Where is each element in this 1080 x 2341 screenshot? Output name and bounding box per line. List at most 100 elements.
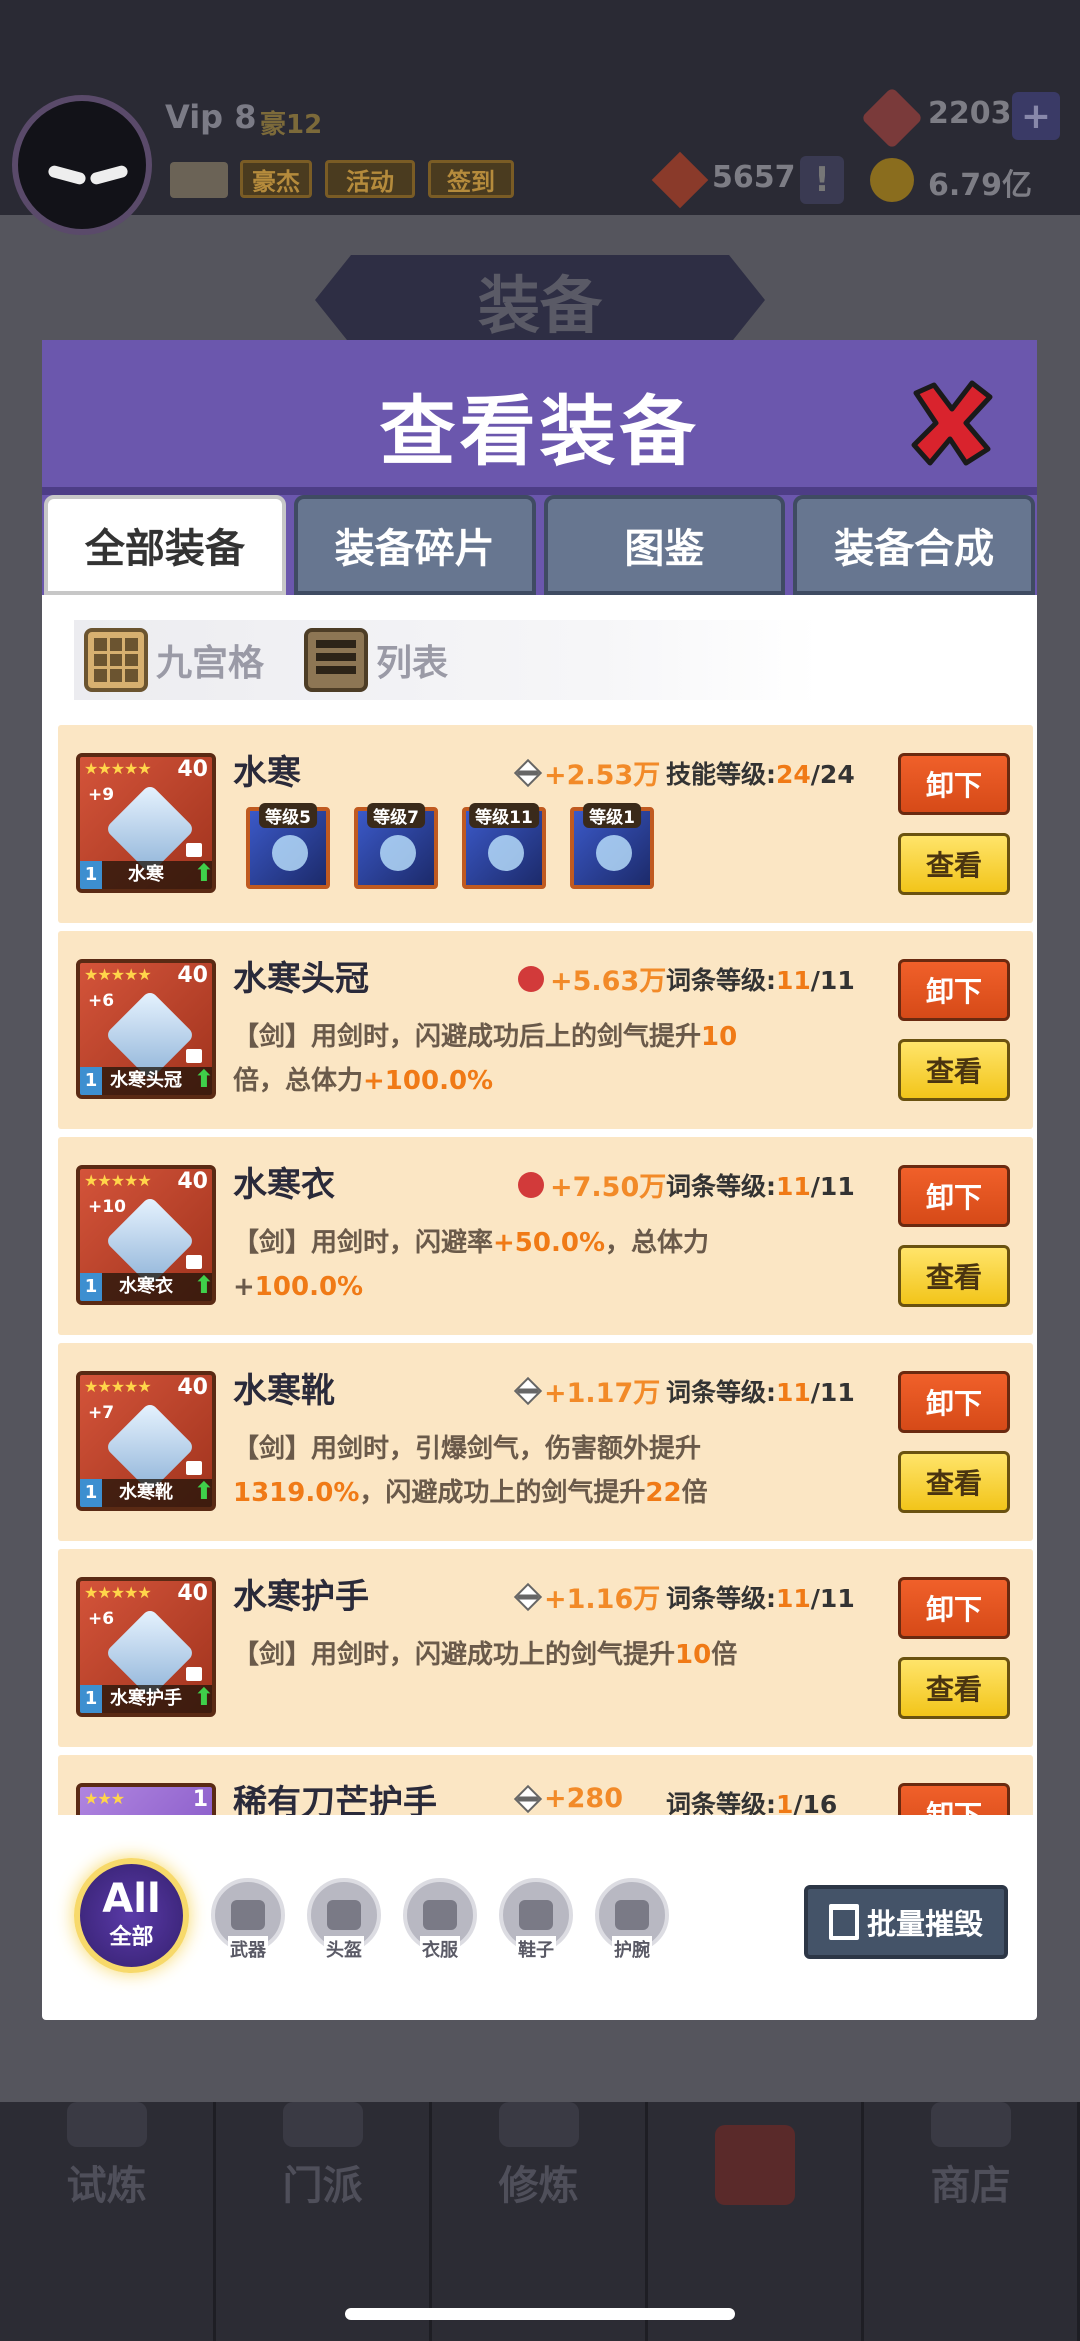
equipment-thumbnail[interactable]: ★★★★★ 40 +7 水寒靴 1 ⬆ xyxy=(76,1371,216,1511)
affix-level-label: 词条等级: xyxy=(666,1584,776,1613)
view-button[interactable]: 查看 xyxy=(898,833,1010,895)
equipment-card[interactable]: ★★★★★ 40 +7 水寒靴 1 ⬆ 水寒靴 +1.17万 词条等级:11/11 【剑】用剑时，… xyxy=(58,1343,1033,1541)
filter-weapon-button[interactable]: 武器 xyxy=(211,1878,285,1962)
description-segment: 【剑】用剑时，闪避成功上的剑气提升 xyxy=(233,1640,676,1670)
gem-count: 2203 xyxy=(928,96,1012,131)
equipment-thumbnail[interactable]: ★★★ 1 xyxy=(76,1783,216,1815)
affix-level-max: /11 xyxy=(810,1378,855,1407)
skill-icon[interactable]: 等级5 xyxy=(246,803,330,889)
tab-all-equipment[interactable]: 全部装备 xyxy=(44,495,286,595)
unequip-button[interactable]: 卸下 xyxy=(898,1371,1010,1433)
close-icon[interactable] xyxy=(904,375,999,470)
grid-icon xyxy=(84,628,148,692)
grid-view-button[interactable]: 九宫格 xyxy=(84,628,264,692)
unequip-button[interactable]: 卸下 xyxy=(898,1783,1010,1815)
power-stat: +1.16万 xyxy=(513,1577,660,1616)
filter-clothes-button[interactable]: 衣服 xyxy=(403,1878,477,1962)
filter-all-text: All xyxy=(102,1876,161,1922)
affix-level: 词条等级:11/11 xyxy=(666,961,855,997)
upgrade-arrow-icon: ⬆ xyxy=(193,1065,214,1093)
skill-icon[interactable]: 等级7 xyxy=(354,803,438,889)
item-level: 1 xyxy=(192,1787,208,1812)
filter-shoes-button[interactable]: 鞋子 xyxy=(499,1878,573,1962)
list-view-label: 列表 xyxy=(376,643,449,684)
view-button[interactable]: 查看 xyxy=(898,1451,1010,1513)
activity-button[interactable]: 活动 xyxy=(325,160,415,198)
equipment-icon xyxy=(104,1813,196,1815)
view-button[interactable]: 查看 xyxy=(898,1039,1010,1101)
skill-icon[interactable]: 等级1 xyxy=(570,803,654,889)
equipment-card[interactable]: ★★★★★ 40 +10 水寒衣 1 ⬆ 水寒衣 +7.50万 词条等级:11/11 【剑】用剑时… xyxy=(58,1137,1033,1335)
power-value: +2.53万 xyxy=(544,760,661,791)
affix-level-label: 词条等级: xyxy=(666,966,776,995)
power-stat: +2.53万 xyxy=(513,753,661,792)
equipment-card[interactable]: ★★★★★ 40 +9 水寒 1 ⬆ 水寒 +2.53万 技能等级:24/24 等级5 等级7 等级1… xyxy=(58,725,1033,923)
tab-equipment-synthesis[interactable]: 装备合成 xyxy=(793,495,1035,595)
heroes-button[interactable]: 豪杰 xyxy=(240,160,312,198)
power-stat: +1.17万 xyxy=(513,1371,660,1410)
skill-level: 等级1 xyxy=(583,803,641,828)
view-button[interactable]: 查看 xyxy=(898,1657,1010,1719)
skill-icon[interactable]: 等级11 xyxy=(462,803,546,889)
affix-level-max: /24 xyxy=(810,760,855,789)
filter-all-button[interactable]: All 全部 xyxy=(74,1857,189,1973)
vip-level: Vip 8 xyxy=(165,98,257,136)
sign-in-button[interactable]: 签到 xyxy=(428,160,514,198)
player-avatar[interactable] xyxy=(12,95,152,235)
affix-level-max: /11 xyxy=(810,966,855,995)
nav-trial[interactable]: 试炼 xyxy=(0,2102,216,2341)
bulk-destroy-button[interactable]: 批量摧毁 xyxy=(804,1885,1008,1959)
power-value: +5.63万 xyxy=(550,966,667,997)
equipment-list[interactable]: ★★★★★ 40 +9 水寒 1 ⬆ 水寒 +2.53万 技能等级:24/24 等级5 等级7 等级1… xyxy=(58,725,1033,1815)
slot-number: 1 xyxy=(80,1479,102,1507)
equipment-card[interactable]: ★★★★★ 40 +6 水寒头冠 1 ⬆ 水寒头冠 +5.63万 词条等级:11/11 【剑】用剑… xyxy=(58,931,1033,1129)
slot-number: 1 xyxy=(80,1273,102,1301)
filter-helmet-button[interactable]: 头盔 xyxy=(307,1878,381,1962)
star-rating: ★★★ xyxy=(84,1789,125,1808)
token-info-button[interactable]: ! xyxy=(800,156,844,204)
scroll-icon xyxy=(498,2102,579,2147)
list-view-button[interactable]: 列表 xyxy=(304,628,448,692)
sect-icon xyxy=(282,2102,363,2147)
unequip-button[interactable]: 卸下 xyxy=(898,959,1010,1021)
filter-bracer-button[interactable]: 护腕 xyxy=(595,1878,669,1962)
filter-weapon-label: 武器 xyxy=(228,1936,268,1962)
nav-cultivate[interactable]: 修炼 xyxy=(432,2102,648,2341)
tab-codex[interactable]: 图鉴 xyxy=(543,495,786,595)
affix-level-label: 词条等级: xyxy=(666,1790,776,1815)
nav-equipment[interactable] xyxy=(648,2102,864,2341)
skill-level: 等级11 xyxy=(469,803,539,828)
nav-sect[interactable]: 门派 xyxy=(216,2102,432,2341)
equipment-name: 水寒护手 xyxy=(233,1577,369,1617)
tab-equipment-fragments[interactable]: 装备碎片 xyxy=(293,495,536,595)
bottom-nav: 试炼 门派 修炼 商店 xyxy=(0,2102,1080,2341)
unequip-button[interactable]: 卸下 xyxy=(898,1577,1010,1639)
view-equipment-modal: 查看装备 全部装备 装备碎片 图鉴 装备合成 九宫格 列表 ★★★★★ 40 +9 水… xyxy=(42,340,1037,2020)
filter-bracer-label: 护腕 xyxy=(612,1936,652,1962)
enhance-level: +7 xyxy=(88,1403,115,1423)
equipment-card[interactable]: ★★★1稀有刀芒护手+280词条等级:1/16卸下查看 xyxy=(58,1755,1033,1815)
affix-level-current: 11 xyxy=(776,1584,811,1613)
item-level: 40 xyxy=(177,1581,208,1606)
equipment-thumbnail[interactable]: ★★★★★ 40 +10 水寒衣 1 ⬆ xyxy=(76,1165,216,1305)
equipment-thumbnail[interactable]: ★★★★★ 40 +6 水寒头冠 1 ⬆ xyxy=(76,959,216,1099)
add-gems-button[interactable]: + xyxy=(1012,92,1060,140)
unequip-button[interactable]: 卸下 xyxy=(898,753,1010,815)
affix-level-current: 24 xyxy=(776,760,811,789)
equipment-tabs: 全部装备 装备碎片 图鉴 装备合成 xyxy=(42,495,1037,595)
description-segment: +100.0% xyxy=(363,1066,494,1096)
affix-level-label: 词条等级: xyxy=(666,1172,776,1201)
bulk-destroy-label: 批量摧毁 xyxy=(866,1907,983,1941)
power-value: +280 xyxy=(544,1783,623,1814)
unequip-button[interactable]: 卸下 xyxy=(898,1165,1010,1227)
home-indicator[interactable] xyxy=(345,2308,735,2320)
nav-shop[interactable]: 商店 xyxy=(864,2102,1080,2341)
mail-icon[interactable] xyxy=(170,162,228,198)
equipment-name: 水寒 xyxy=(233,753,301,793)
view-button[interactable]: 查看 xyxy=(898,1245,1010,1307)
trial-icon xyxy=(66,2102,147,2147)
description-segment: +50.0% xyxy=(493,1228,606,1258)
equipment-thumbnail[interactable]: ★★★★★ 40 +9 水寒 1 ⬆ xyxy=(76,753,216,893)
equipment-thumbnail[interactable]: ★★★★★ 40 +6 水寒护手 1 ⬆ xyxy=(76,1577,216,1717)
equipment-card[interactable]: ★★★★★ 40 +6 水寒护手 1 ⬆ 水寒护手 +1.16万 词条等级:11/11 【剑】用剑… xyxy=(58,1549,1033,1747)
